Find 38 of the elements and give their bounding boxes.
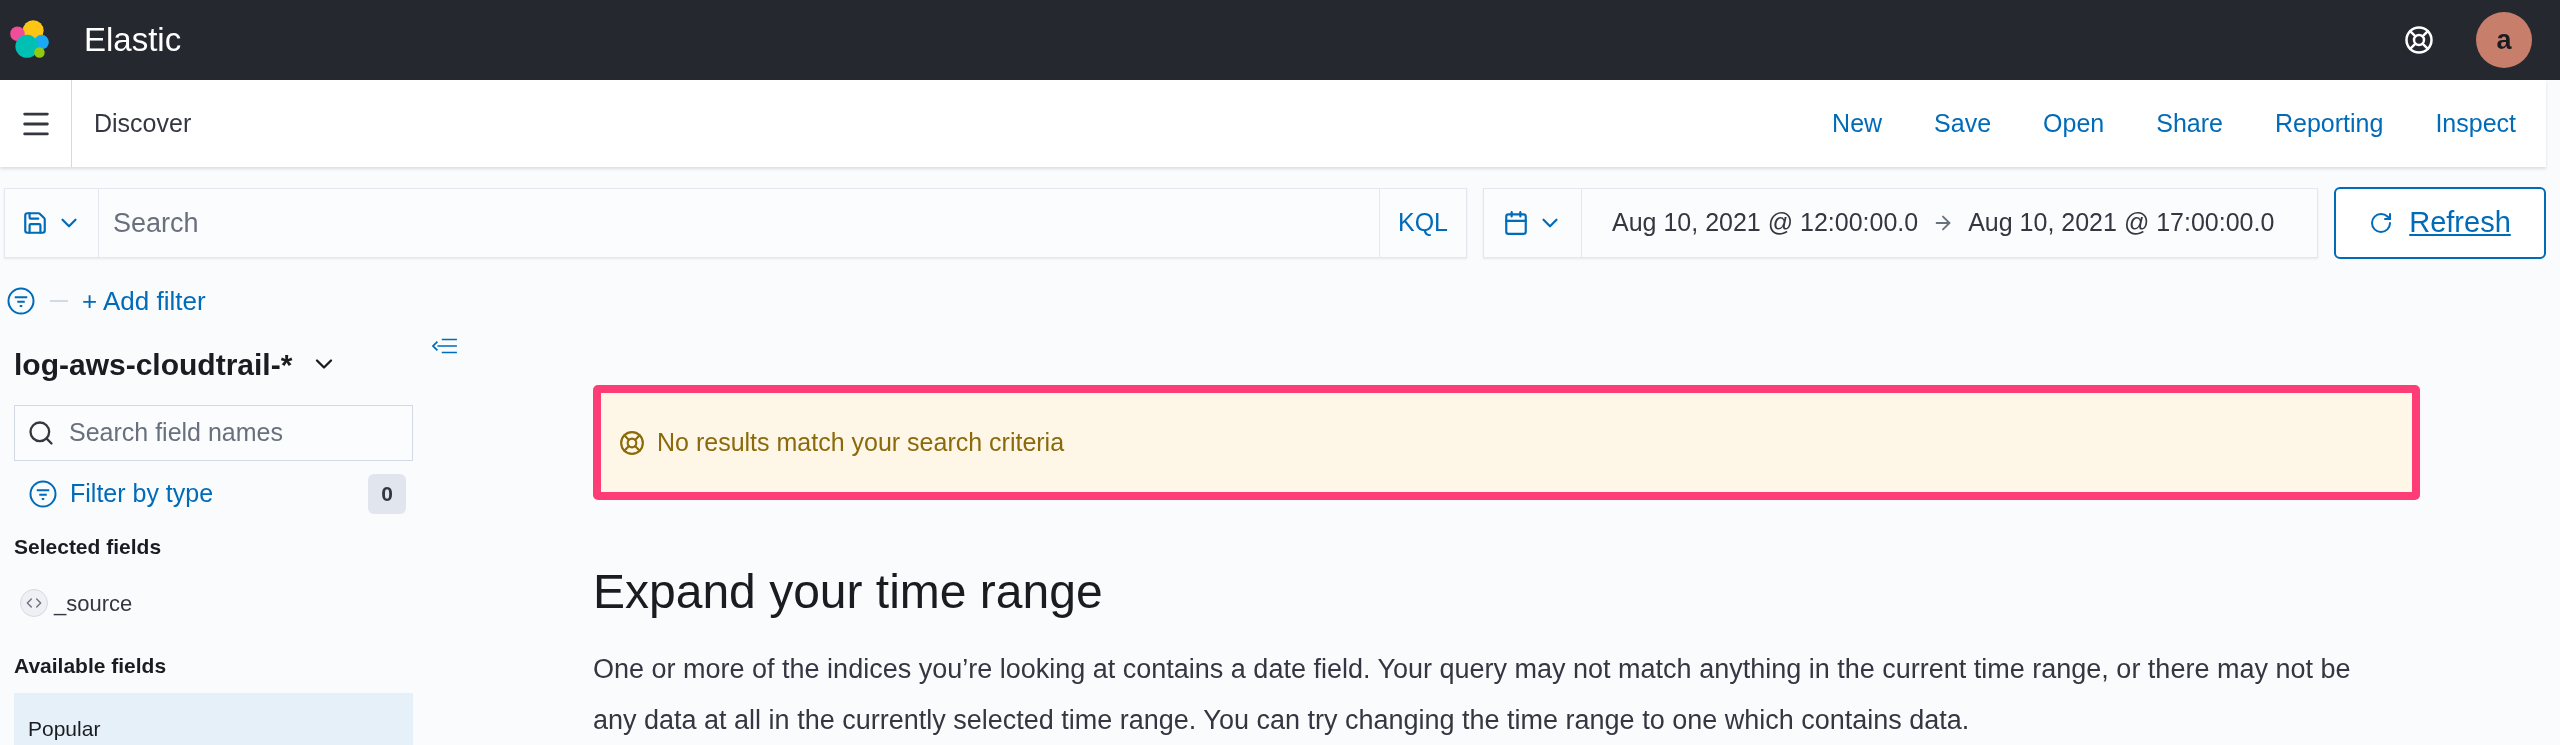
empty-state-text: One or more of the indices you’re looking at contains a date field. Your query may not match anything in the current time range, or there may not be any data at all in the currently selected time range. You can try changing the time range to one which contains data. (593, 653, 2352, 737)
top-nav-link[interactable]: Reporting (2275, 104, 2384, 143)
code-icon (20, 589, 48, 617)
index-pattern-selector[interactable]: log-aws-cloudtrail-* (14, 339, 415, 389)
top-nav-link[interactable]: Open (2043, 104, 2105, 143)
callout-text: No results match your search criteria (657, 426, 1065, 458)
page-title: Discover (94, 107, 192, 139)
field-name-input[interactable]: Search field names (69, 414, 400, 452)
search-icon (27, 419, 55, 447)
filter-icon (28, 479, 58, 509)
calendar-icon (1502, 210, 1529, 236)
section-heading: Selected fields (14, 534, 163, 560)
count-badge: 0 (368, 474, 406, 514)
popular-heading: Popular (28, 717, 101, 740)
field-item[interactable]: _source (20, 586, 415, 620)
filter-by-type-button[interactable]: Filter by type (28, 475, 214, 513)
section-heading: Available fields (14, 652, 168, 679)
end-date[interactable]: Aug 10, 2021 @ 17:00:00.0 (1968, 204, 2275, 242)
collapse-sidebar-icon[interactable] (432, 337, 458, 355)
search-bar[interactable]: Search KQL (4, 188, 1467, 258)
top-nav-link[interactable]: New (1832, 104, 1883, 143)
top-nav-link[interactable]: Share (2156, 104, 2223, 143)
top-nav-link[interactable]: Save (1934, 104, 1992, 143)
field-search-input[interactable]: Search field names (14, 405, 413, 461)
top-nav-link[interactable]: Inspect (2435, 104, 2516, 143)
help-icon (619, 429, 645, 456)
add-filter-link[interactable]: + Add filter (82, 281, 206, 321)
save-icon (21, 210, 48, 236)
app-title: Elastic (84, 20, 182, 61)
refresh-icon (2369, 211, 2394, 235)
empty-state-heading: Expand your time range (593, 564, 1104, 620)
help-icon[interactable] (2404, 25, 2434, 55)
query-language-button[interactable]: KQL (1378, 189, 1466, 257)
filter-icon[interactable] (6, 286, 36, 316)
user-avatar[interactable]: a (2476, 12, 2532, 68)
search-input[interactable]: Search (99, 189, 1379, 257)
start-date[interactable]: Aug 10, 2021 @ 12:00:00.0 (1612, 204, 1919, 242)
refresh-button[interactable]: Refresh (2334, 187, 2546, 259)
